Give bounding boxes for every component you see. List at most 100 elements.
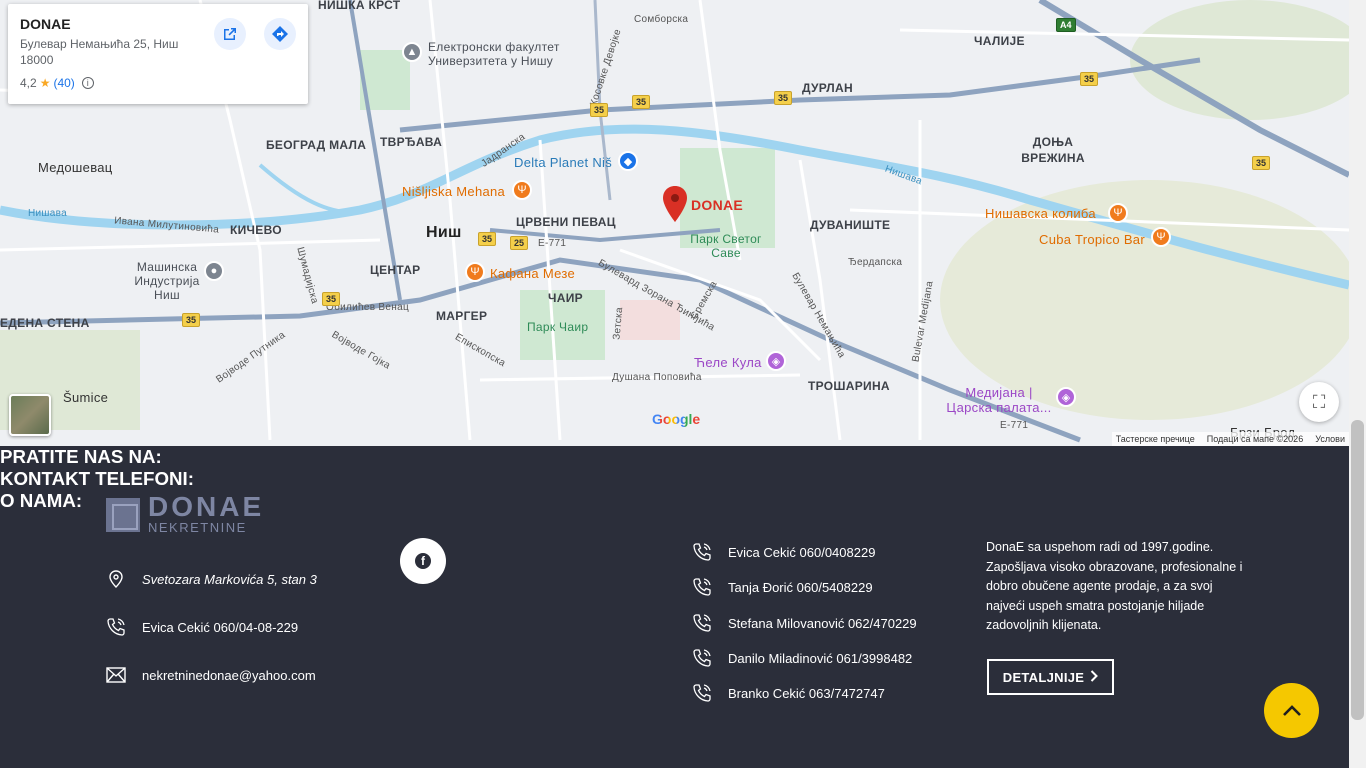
footer-logo[interactable]: DONAE NEKRETNINE [106,491,265,535]
open-in-maps-button[interactable] [214,18,246,50]
route-shield: 35 [774,91,793,105]
place-icon[interactable]: ● [204,261,224,281]
map-label: ДОЊА ВРЕЖИНА [1021,135,1085,165]
fullscreen-button[interactable]: ⛶ [1299,382,1339,422]
contact-phone-item[interactable]: Branko Cekić 063/7472747 [692,683,885,703]
map-label: Šumice [63,390,109,405]
embedded-map[interactable]: DONAE Булевар Немањића 25, Ниш 18000 4,2… [0,0,1349,446]
phone-icon [106,617,126,637]
scrollbar-thumb[interactable] [1351,420,1364,720]
map-label: КИЧЕВО [230,223,282,237]
email-line[interactable]: nekretninedonae@yahoo.com [106,665,316,685]
logo-mark-icon [106,497,140,532]
address-text: Svetozara Markovića 5, stan 3 [142,571,317,587]
shopping-icon[interactable]: ◆ [618,151,638,171]
phone-icon [692,542,712,562]
keyboard-shortcuts-link[interactable]: Тастерске пречице [1116,434,1195,444]
landmark-icon[interactable]: ◈ [1056,387,1076,407]
map-label: ЧАИР [548,291,583,305]
follow-heading: PRATITE NAS NA: [0,446,162,467]
route-shield: 35 [182,313,201,327]
map-label: НИШКА КРСТ [318,0,401,12]
satellite-view-toggle[interactable] [9,394,51,436]
map-label: Душана Поповића [612,372,702,383]
restaurant-icon[interactable]: Ψ [512,180,532,200]
route-shield: 35 [590,103,609,117]
route-shield: 35 [322,292,341,306]
contact-phone-item[interactable]: Evica Cekić 060/0408229 [692,542,875,562]
contact-phone-text: Stefana Milovanović 062/470229 [728,615,917,631]
phone-icon [692,683,712,703]
restaurant-icon[interactable]: Ψ [465,262,485,282]
map-label: Nišljiska Mehana [402,184,506,199]
map-label: ТРОШАРИНА [808,379,890,393]
phone-line[interactable]: Evica Cekić 060/04-08-229 [106,617,298,637]
map-label: БЕОГРАД МАЛА [266,138,367,152]
logo-sub-text: NEKRETNINE [148,520,247,535]
contact-phone-item[interactable]: Danilo Miladinović 061/3998482 [692,648,912,668]
envelope-icon [106,665,126,685]
email-text: nekretninedonae@yahoo.com [142,667,316,683]
map-label: Ђердапска [848,257,903,268]
directions-button[interactable] [264,18,296,50]
facebook-icon: f [415,553,431,569]
facebook-button[interactable]: f [400,538,446,584]
chevron-right-icon [1090,669,1099,685]
map-label: Медијана | Царска палата... [946,385,1052,415]
place-info-card: DONAE Булевар Немањића 25, Ниш 18000 4,2… [8,4,308,104]
route-shield: 35 [1252,156,1271,170]
route-shield: A4 [1056,18,1076,32]
details-button[interactable]: DETALJNIJE [987,659,1114,695]
map-label: Нишава [28,208,67,219]
route-shield: 25 [510,236,529,250]
phone-text: Evica Cekić 060/04-08-229 [142,619,299,635]
restaurant-icon[interactable]: Ψ [1151,227,1171,247]
map-label: Машинска Индустрија Ниш [134,260,200,302]
map-label: DONAE [691,197,744,213]
review-count-link[interactable]: (40) [53,76,74,90]
page-scrollbar[interactable] [1349,0,1366,768]
contact-phone-text: Danilo Miladinović 061/3998482 [728,650,913,666]
place-title[interactable]: DONAE [20,16,296,32]
map-label: МАРГЕР [436,309,488,323]
terms-link[interactable]: Услови [1315,434,1345,444]
route-shield: 35 [1080,72,1099,86]
location-pin-icon[interactable] [663,186,687,222]
map-label: Нишавска колиба [985,206,1096,221]
map-label: Ћеле Кула [694,355,762,370]
map-label: ДУРЛАН [802,81,853,95]
route-shield: 35 [478,232,497,246]
site-footer: DONAE NEKRETNINE Svetozara Markovića 5, … [0,446,1349,768]
map-label: ТВРЂАВА [380,135,443,149]
map-label: ДУВАНИШТЕ [810,218,891,232]
contact-phone-item[interactable]: Stefana Milovanović 062/470229 [692,613,917,633]
info-icon[interactable]: i [81,77,94,89]
logo-main-text: DONAE [148,491,265,522]
place-address: Булевар Немањића 25, Ниш 18000 [20,37,179,67]
map-label: Delta Planet Niš [514,155,613,170]
location-pin-icon [106,569,126,589]
rating-value: 4,2 [20,76,37,90]
map-label: Медошевац [38,160,113,175]
landmark-icon[interactable]: ◈ [766,351,786,371]
external-link-icon [224,28,236,40]
map-label: Електронски факултет Универзитета у Нишу [428,40,560,68]
map-label: Парк Чаир [527,320,589,334]
details-button-label: DETALJNIJE [1002,669,1085,685]
address-line: Svetozara Markovića 5, stan 3 [106,569,317,589]
map-label: ЦРВЕНИ ПЕВАЦ [516,215,616,229]
scroll-to-top-button[interactable] [1264,683,1319,738]
star-icon: ★ [39,76,51,90]
map-label: Cuba Tropico Bar [1039,232,1145,247]
map-label: Парк Светог Саве [690,232,762,260]
contact-phone-item[interactable]: Tanja Đorić 060/5408229 [692,577,873,597]
map-attribution-bar: Тастерске пречице Подаци са мапе ©2026 У… [1111,432,1349,446]
map-label: ЕДЕНА СТЕНА [0,316,90,330]
phone-icon [692,613,712,633]
contacts-heading: KONTAKT TELEFONI: [0,468,194,489]
school-icon[interactable]: ▲ [402,42,422,62]
chevron-up-icon [1282,704,1301,716]
restaurant-icon[interactable]: Ψ [1108,203,1128,223]
contact-phone-text: Branko Cekić 063/7472747 [728,685,885,701]
contact-phone-text: Evica Cekić 060/0408229 [728,544,876,560]
